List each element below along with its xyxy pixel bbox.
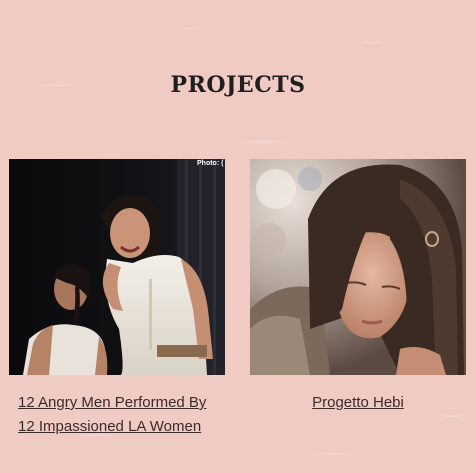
project-title-line-2[interactable]: 12 Impassioned LA Women xyxy=(18,418,201,435)
project-photo-progetto-hebi[interactable] xyxy=(250,159,466,375)
project-title-line-1[interactable]: 12 Angry Men Performed By xyxy=(18,394,206,411)
photo-credit: Photo: ( xyxy=(197,160,224,167)
page-title: PROJECTS xyxy=(170,72,306,98)
project-card-12-angry-men[interactable]: Photo: ( 12 Angry Men Performed By 12 Im… xyxy=(9,159,225,439)
project-title[interactable]: Progetto Hebi xyxy=(312,394,404,411)
stage-photo-image: Photo: ( xyxy=(9,159,225,375)
project-photo-12-angry-men[interactable]: Photo: ( xyxy=(9,159,225,375)
portrait-photo-image xyxy=(250,159,466,375)
project-card-progetto-hebi[interactable]: Progetto Hebi xyxy=(250,159,466,415)
project-link-12-angry-men[interactable]: 12 Angry Men Performed By 12 Impassioned… xyxy=(9,391,228,439)
project-link-progetto-hebi[interactable]: Progetto Hebi xyxy=(250,391,466,415)
